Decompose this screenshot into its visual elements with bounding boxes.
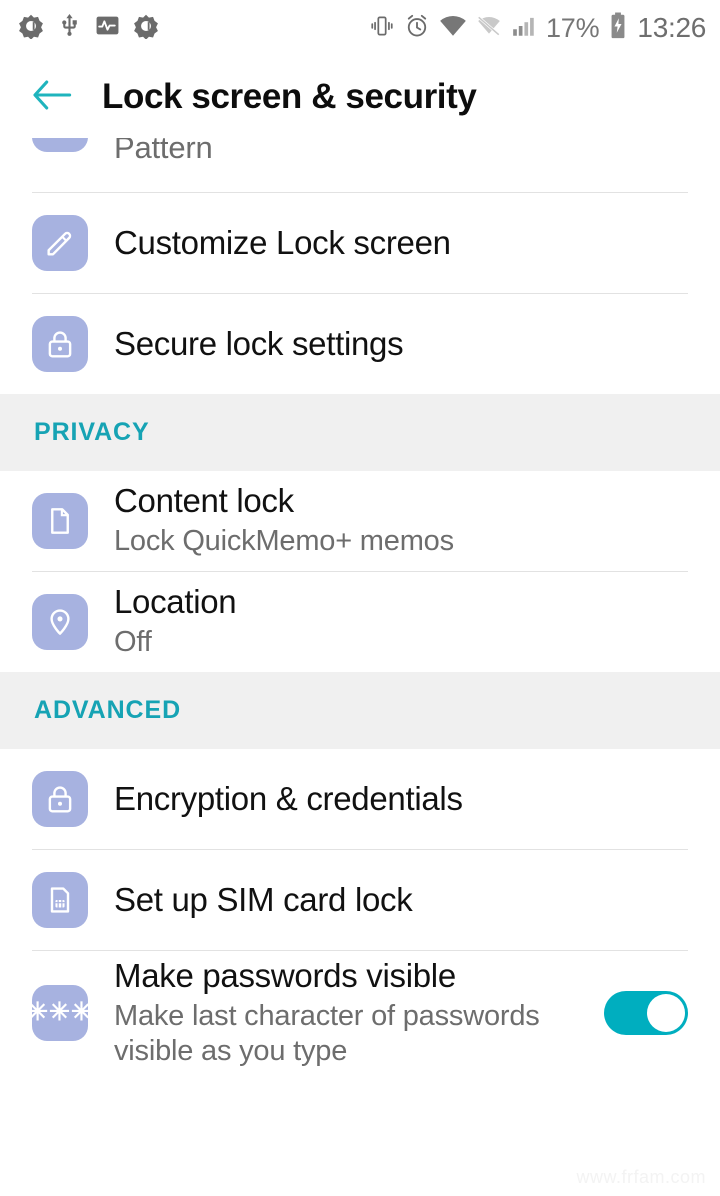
sim-card-icon: [32, 872, 88, 928]
make-passwords-visible-toggle[interactable]: [604, 991, 688, 1036]
section-header-advanced: ADVANCED: [0, 672, 720, 749]
list-item-pattern[interactable]: Pattern: [0, 138, 720, 192]
usb-icon: [57, 13, 82, 43]
mobile-data-off-icon: [476, 14, 502, 43]
pattern-lock-icon: [32, 138, 88, 152]
list-item-sim-card-lock[interactable]: Set up SIM card lock: [0, 850, 720, 950]
list-item-title: Customize Lock screen: [114, 223, 451, 261]
padlock-icon: [32, 316, 88, 372]
list-item-subtitle: Off: [114, 626, 152, 659]
section-label: ADVANCED: [34, 696, 182, 724]
toggle-knob: [647, 994, 685, 1033]
map-pin-icon: [32, 594, 88, 650]
list-item-text: Content lock Lock QuickMemo+ memos: [114, 476, 688, 565]
list-item-title: Encryption & credentials: [114, 779, 463, 817]
list-item-subtitle: Pattern: [114, 138, 213, 165]
watermark: www.frfam.com: [576, 1167, 706, 1187]
list-item-title: Set up SIM card lock: [114, 880, 413, 918]
list-item-location[interactable]: Location Off: [0, 572, 720, 672]
list-item-content-lock[interactable]: Content lock Lock QuickMemo+ memos: [0, 471, 720, 571]
status-bar-clock: 13:26: [637, 12, 706, 43]
list-item-text: Encryption & credentials: [114, 774, 688, 825]
status-bar-notification-icons: [18, 13, 159, 44]
antivirus-shield-icon: [133, 13, 159, 44]
padlock-icon: [32, 771, 88, 827]
phone-screen: 17% 13:26 Lock screen & security Pattern: [0, 0, 720, 1196]
list-item-subtitle: Lock QuickMemo+ memos: [114, 525, 454, 558]
battery-percent-label: 17%: [545, 12, 600, 43]
asterisks-icon: ✳✳✳: [27, 985, 92, 1042]
battery-charging-icon: [608, 12, 628, 44]
section-header-privacy: PRIVACY: [0, 394, 720, 471]
list-item-text: Set up SIM card lock: [114, 875, 688, 926]
list-item-title: Make passwords visible: [114, 957, 456, 994]
list-item-customize-lock-screen[interactable]: Customize Lock screen: [0, 193, 720, 293]
page-title: Lock screen & security: [102, 77, 477, 116]
list-item-text: Secure lock settings: [114, 319, 688, 370]
list-item-text: Make passwords visible Make last charact…: [114, 951, 586, 1076]
pencil-icon: [32, 215, 88, 271]
settings-list: Pattern Customize Lock screen Secure loc…: [0, 138, 720, 1076]
list-item-subtitle: Make last character of passwords visible…: [114, 999, 540, 1068]
list-item-title: Location: [114, 583, 237, 621]
list-item-encryption-credentials[interactable]: Encryption & credentials: [0, 749, 720, 849]
activity-monitor-icon: [95, 13, 120, 43]
status-bar-system-icons: 17% 13:26: [369, 12, 706, 44]
alarm-icon: [404, 13, 430, 44]
signal-bars-icon: [511, 13, 537, 44]
app-bar: Lock screen & security: [0, 56, 720, 138]
back-arrow-icon: [32, 78, 72, 117]
list-item-title: Secure lock settings: [114, 324, 404, 362]
list-item-title: Content lock: [114, 482, 294, 520]
section-label: PRIVACY: [34, 418, 150, 446]
status-bar: 17% 13:26: [0, 0, 720, 56]
back-button[interactable]: [26, 71, 78, 123]
list-item-secure-lock-settings[interactable]: Secure lock settings: [0, 294, 720, 394]
list-item-make-passwords-visible[interactable]: ✳✳✳ Make passwords visible Make last cha…: [0, 951, 720, 1076]
list-item-text: Customize Lock screen: [114, 218, 688, 269]
wifi-icon: [439, 13, 467, 44]
vibrate-icon: [369, 13, 395, 44]
document-icon: [32, 493, 88, 549]
antivirus-shield-icon: [18, 13, 44, 44]
list-item-text: Location Off: [114, 577, 688, 666]
